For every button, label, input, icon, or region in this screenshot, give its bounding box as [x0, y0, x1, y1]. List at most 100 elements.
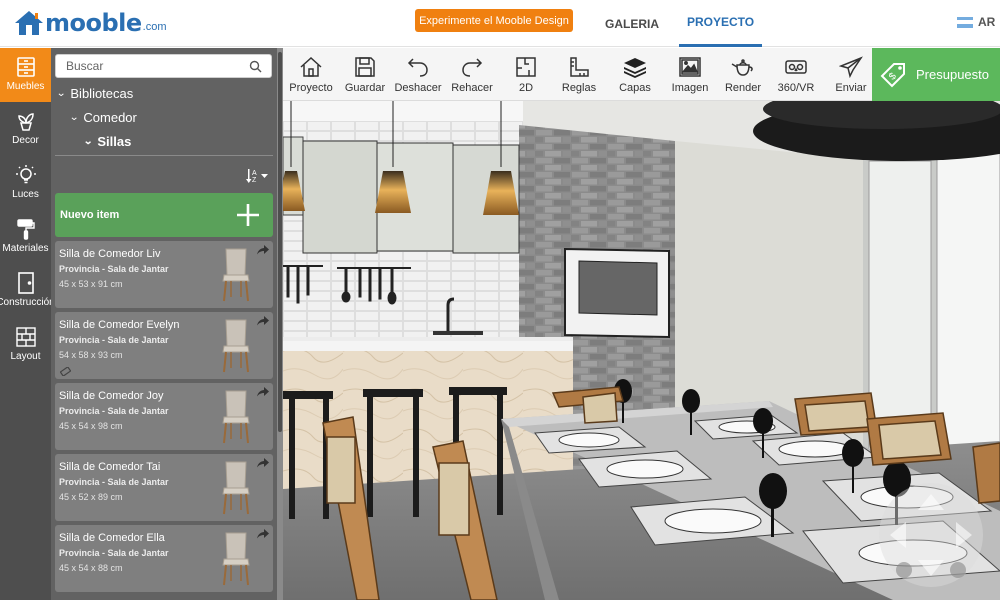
item-source: Provincia - Sala de Jantar: [59, 406, 169, 416]
tool-2d[interactable]: 2D: [506, 48, 546, 101]
tab-proyecto[interactable]: PROYECTO: [679, 0, 762, 47]
list-item[interactable]: Silla de Comedor Tai Provincia - Sala de…: [55, 454, 273, 521]
item-title: Silla de Comedor Liv: [59, 248, 161, 260]
chair-thumbnail: [222, 248, 250, 302]
item-size: 45 x 54 x 88 cm: [59, 563, 123, 573]
home-icon: [300, 56, 322, 77]
mooble-design-promo-button[interactable]: Experimente el Mooble Design: [415, 9, 573, 32]
tool-imagen[interactable]: Imagen: [667, 48, 713, 101]
redo-icon: [462, 58, 483, 77]
share-arrow-icon[interactable]: [257, 316, 269, 326]
paint-roller-icon: [16, 219, 35, 240]
item-size: 45 x 54 x 98 cm: [59, 421, 123, 431]
tool-rehacer[interactable]: Rehacer: [447, 48, 497, 101]
tree-item-bibliotecas[interactable]: ⌄ Bibliotecas: [51, 81, 277, 105]
tool-label: Rehacer: [451, 82, 493, 94]
tool-guardar[interactable]: Guardar: [341, 48, 389, 101]
tool-reglas[interactable]: Reglas: [557, 48, 601, 101]
paper-plane-icon: [839, 56, 863, 78]
price-tag-icon: $: [880, 62, 905, 87]
tree-item-label: Comedor: [83, 109, 137, 125]
logo-wordmark: mooble: [45, 9, 142, 37]
library-tree: ⌄ Bibliotecas ⌄ Comedor ⌄ Sillas: [51, 81, 277, 153]
search-input[interactable]: [56, 55, 246, 77]
save-icon: [355, 57, 375, 77]
language-selector[interactable]: AR: [957, 15, 995, 29]
cabinet-icon: [16, 57, 35, 77]
new-item-button[interactable]: Nuevo item: [55, 193, 273, 237]
item-list: Silla de Comedor Liv Provincia - Sala de…: [55, 241, 273, 596]
tool-deshacer[interactable]: Deshacer: [392, 48, 444, 101]
tool-label: Render: [724, 82, 762, 94]
bulb-icon: [15, 165, 36, 184]
item-source: Provincia - Sala de Jantar: [59, 548, 169, 558]
svg-text:Z: Z: [252, 177, 257, 184]
share-arrow-icon[interactable]: [257, 529, 269, 539]
share-arrow-icon[interactable]: [257, 387, 269, 397]
house-logo-icon: [15, 11, 43, 35]
view-navigation-cube-icon[interactable]: [876, 480, 986, 590]
tool-proyecto[interactable]: Proyecto: [287, 48, 335, 101]
plant-icon: [17, 113, 34, 131]
3d-viewport[interactable]: [283, 101, 1000, 600]
tree-item-comedor[interactable]: ⌄ Comedor: [51, 105, 277, 129]
panel-divider: [55, 155, 273, 156]
share-arrow-icon[interactable]: [257, 245, 269, 255]
svg-text:A: A: [252, 170, 257, 177]
plus-icon: [237, 204, 259, 226]
measure-tape-icon: [60, 367, 71, 376]
search-box[interactable]: [55, 54, 272, 78]
image-icon: [679, 57, 701, 77]
budget-button[interactable]: $ Presupuesto: [872, 48, 1000, 101]
vr-headset-icon: [785, 60, 807, 74]
language-code: AR: [978, 15, 996, 29]
search-icon[interactable]: [249, 60, 262, 73]
tool-render[interactable]: Render: [721, 48, 765, 101]
tool-capas[interactable]: Capas: [613, 48, 657, 101]
tree-item-sillas[interactable]: ⌄ Sillas: [51, 129, 277, 153]
chevron-down-icon: ⌄: [56, 87, 67, 99]
item-title: Silla de Comedor Tai: [59, 461, 161, 473]
item-size: 45 x 52 x 89 cm: [59, 492, 123, 502]
rail-item-construccion[interactable]: Construcción: [0, 264, 55, 318]
share-arrow-icon[interactable]: [257, 458, 269, 468]
tool-360vr[interactable]: 360/VR: [773, 48, 819, 101]
library-panel: ⌄ Bibliotecas ⌄ Comedor ⌄ Sillas A Z Nue…: [51, 48, 277, 600]
rail-label: Materiales: [2, 243, 49, 254]
mooble-logo[interactable]: mooble .com: [14, 7, 167, 39]
item-title: Silla de Comedor Evelyn: [59, 319, 180, 331]
rail-item-luces[interactable]: Luces: [0, 156, 51, 210]
rail-label: Muebles: [6, 81, 45, 92]
logo-suffix: .com: [142, 21, 167, 33]
chair-thumbnail: [222, 532, 250, 586]
floorplan-icon: [516, 57, 536, 77]
rail-label: Luces: [12, 189, 39, 200]
list-item[interactable]: Silla de Comedor Joy Provincia - Sala de…: [55, 383, 273, 450]
item-size: 54 x 58 x 93 cm: [59, 350, 123, 360]
tool-label: Imagen: [671, 82, 709, 94]
chevron-down-icon: ⌄: [83, 135, 94, 147]
tree-item-label: Bibliotecas: [70, 85, 134, 101]
list-item[interactable]: Silla de Comedor Ella Provincia - Sala d…: [55, 525, 273, 592]
list-item[interactable]: Silla de Comedor Liv Provincia - Sala de…: [55, 241, 273, 308]
rail-item-decor[interactable]: Decor: [0, 102, 51, 156]
rail-item-muebles[interactable]: Muebles: [0, 48, 51, 102]
door-icon: [17, 272, 34, 294]
tool-enviar[interactable]: Enviar: [831, 48, 871, 101]
chair-thumbnail: [222, 390, 250, 444]
panel-scrollbar-thumb[interactable]: [278, 52, 282, 432]
list-item[interactable]: Silla de Comedor Evelyn Provincia - Sala…: [55, 312, 273, 379]
rail-item-layout[interactable]: Layout: [0, 318, 51, 372]
ruler-icon: [570, 57, 589, 77]
budget-label: Presupuesto: [916, 67, 989, 82]
chair-thumbnail: [222, 461, 250, 515]
category-rail: Muebles Decor Luces Materiales Construcc…: [0, 48, 55, 600]
rail-item-materiales[interactable]: Materiales: [0, 210, 51, 264]
tree-item-label: Sillas: [97, 133, 132, 149]
sort-alpha-icon[interactable]: A Z: [246, 168, 270, 184]
item-source: Provincia - Sala de Jantar: [59, 335, 169, 345]
tool-label: 360/VR: [777, 82, 815, 94]
item-source: Provincia - Sala de Jantar: [59, 264, 169, 274]
tab-galeria[interactable]: GALERIA: [594, 0, 670, 47]
tool-label: Capas: [619, 82, 651, 94]
